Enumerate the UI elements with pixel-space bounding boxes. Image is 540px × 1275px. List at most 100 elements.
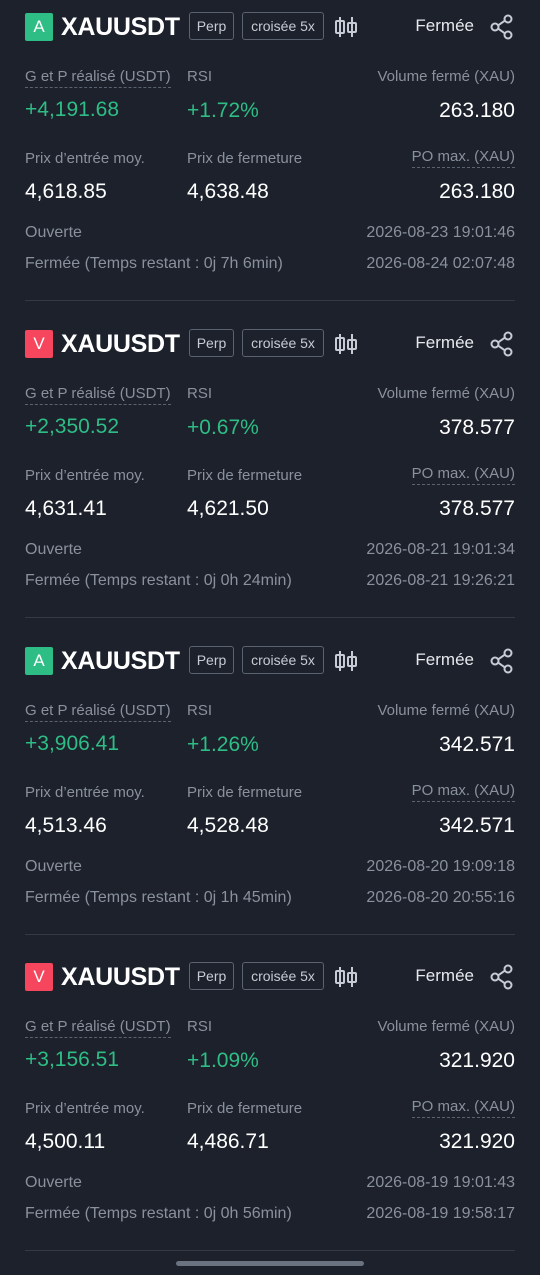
symbol[interactable]: XAUUSDT (61, 10, 180, 44)
opened-time: 2026-08-19 19:01:43 (366, 1174, 515, 1191)
pnl-value: +4,191.68 (25, 98, 120, 121)
closed-duration-label: Fermée (Temps restant : 0j 0h 24min) (25, 572, 292, 589)
margin-mode-tag: croisée 5x (242, 962, 324, 990)
margin-mode-tag: croisée 5x (242, 329, 324, 357)
share-icon[interactable] (489, 964, 515, 990)
rsi-label: RSI (187, 68, 213, 85)
symbol[interactable]: XAUUSDT (61, 644, 180, 678)
home-indicator[interactable] (176, 1261, 364, 1266)
rsi-label: RSI (187, 702, 213, 719)
share-icon-graphic (490, 648, 513, 674)
rsi-value: +1.72% (187, 99, 259, 122)
share-icon-graphic (490, 964, 513, 990)
closed-time: 2026-08-20 20:55:16 (366, 889, 515, 906)
position-header: A XAUUSDT Perp croisée 5x Fermée (25, 10, 515, 42)
closed-time: 2026-08-24 02:07:48 (366, 255, 515, 272)
candlestick-chart-icon[interactable] (333, 14, 359, 40)
margin-mode-tag: croisée 5x (242, 646, 324, 674)
candlestick-chart-icon[interactable] (333, 331, 359, 357)
pnl-value: +3,156.51 (25, 1048, 120, 1071)
contract-tag: Perp (189, 329, 234, 357)
contract-tag: Perp (189, 646, 234, 674)
max-po-label[interactable]: PO max. (XAU) (411, 464, 515, 485)
max-po-label[interactable]: PO max. (XAU) (411, 781, 515, 802)
entry-price-label: Prix d’entrée moy. (25, 1100, 145, 1117)
contract-tag: Perp (189, 12, 234, 40)
max-po-value: 263.180 (439, 180, 515, 203)
close-price-label: Prix de fermeture (187, 1100, 303, 1117)
closed-time: 2026-08-19 19:58:17 (366, 1205, 515, 1222)
close-price-value: 4,621.50 (187, 497, 269, 520)
entry-price-value: 4,618.85 (25, 180, 107, 203)
candlestick-chart-icon-graphic (335, 651, 357, 671)
entry-price-value: 4,513.46 (25, 814, 107, 837)
closed-volume-value: 342.571 (439, 733, 515, 756)
contract-tag: Perp (189, 962, 234, 990)
pnl-value: +2,350.52 (25, 415, 120, 438)
max-po-label[interactable]: PO max. (XAU) (411, 1097, 515, 1118)
position-card[interactable]: V XAUUSDT Perp croisée 5x Fermée G et P … (0, 950, 540, 1267)
close-price-label: Prix de fermeture (187, 150, 303, 167)
closed-volume-value: 263.180 (439, 99, 515, 122)
max-po-label[interactable]: PO max. (XAU) (411, 147, 515, 168)
candlestick-chart-icon-graphic (335, 17, 357, 37)
close-price-value: 4,638.48 (187, 180, 269, 203)
rsi-value: +1.26% (187, 733, 259, 756)
margin-mode-tag: croisée 5x (242, 12, 324, 40)
card-divider (25, 1250, 515, 1251)
opened-time: 2026-08-21 19:01:34 (366, 541, 515, 558)
opened-label: Ouverte (25, 858, 82, 875)
closed-volume-value: 321.920 (439, 1049, 515, 1072)
candlestick-chart-icon-graphic (335, 967, 357, 987)
share-icon-graphic (490, 331, 513, 357)
card-divider (25, 300, 515, 301)
position-card[interactable]: V XAUUSDT Perp croisée 5x Fermée G et P … (0, 317, 540, 634)
opened-label: Ouverte (25, 541, 82, 558)
closed-volume-label: Volume fermé (XAU) (377, 385, 515, 402)
share-icon-graphic (490, 14, 513, 40)
side-badge: V (25, 330, 53, 358)
candlestick-chart-icon[interactable] (333, 648, 359, 674)
share-icon[interactable] (489, 648, 515, 674)
close-price-label: Prix de fermeture (187, 784, 303, 801)
symbol[interactable]: XAUUSDT (61, 327, 180, 361)
status-label: Fermée (415, 16, 474, 35)
max-po-value: 378.577 (439, 497, 515, 520)
status-label: Fermée (415, 333, 474, 352)
side-badge: A (25, 647, 53, 675)
pnl-label[interactable]: G et P réalisé (USDT) (25, 384, 171, 405)
rsi-value: +0.67% (187, 416, 259, 439)
position-header: A XAUUSDT Perp croisée 5x Fermée (25, 644, 515, 676)
closed-duration-label: Fermée (Temps restant : 0j 0h 56min) (25, 1205, 292, 1222)
share-icon[interactable] (489, 331, 515, 357)
close-price-label: Prix de fermeture (187, 467, 303, 484)
opened-time: 2026-08-23 19:01:46 (366, 224, 515, 241)
pnl-label[interactable]: G et P réalisé (USDT) (25, 701, 171, 722)
pnl-label[interactable]: G et P réalisé (USDT) (25, 1017, 171, 1038)
closed-time: 2026-08-21 19:26:21 (366, 572, 515, 589)
closed-duration-label: Fermée (Temps restant : 0j 1h 45min) (25, 889, 292, 906)
closed-duration-label: Fermée (Temps restant : 0j 7h 6min) (25, 255, 283, 272)
card-divider (25, 934, 515, 935)
max-po-value: 342.571 (439, 814, 515, 837)
close-price-value: 4,528.48 (187, 814, 269, 837)
entry-price-label: Prix d’entrée moy. (25, 784, 145, 801)
pnl-label[interactable]: G et P réalisé (USDT) (25, 67, 171, 88)
symbol[interactable]: XAUUSDT (61, 960, 180, 994)
closed-volume-label: Volume fermé (XAU) (377, 702, 515, 719)
position-card[interactable]: A XAUUSDT Perp croisée 5x Fermée G et P … (0, 634, 540, 951)
rsi-label: RSI (187, 385, 213, 402)
rsi-value: +1.09% (187, 1049, 259, 1072)
candlestick-chart-icon[interactable] (333, 964, 359, 990)
card-divider (25, 617, 515, 618)
rsi-label: RSI (187, 1018, 213, 1035)
share-icon[interactable] (489, 14, 515, 40)
side-badge: A (25, 13, 53, 41)
position-card[interactable]: A XAUUSDT Perp croisée 5x Fermée G et P … (0, 0, 540, 317)
closed-volume-label: Volume fermé (XAU) (377, 1018, 515, 1035)
close-price-value: 4,486.71 (187, 1130, 269, 1153)
status-label: Fermée (415, 650, 474, 669)
closed-volume-value: 378.577 (439, 416, 515, 439)
max-po-value: 321.920 (439, 1130, 515, 1153)
side-badge: V (25, 963, 53, 991)
